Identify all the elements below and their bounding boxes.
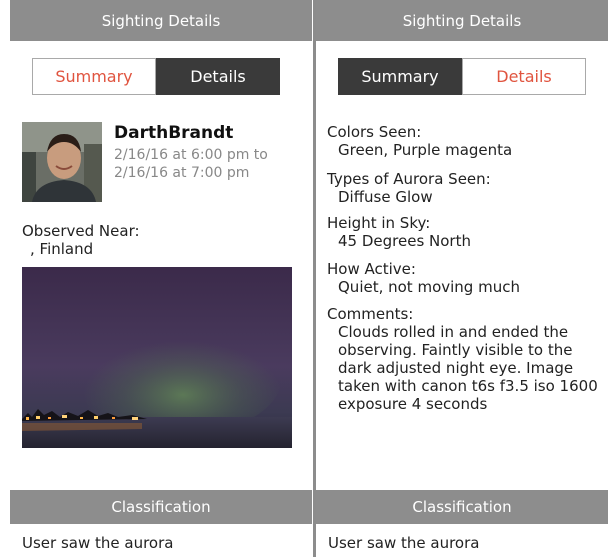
- classification-text: User saw the aurora: [22, 534, 174, 552]
- comments-label: Comments:: [327, 305, 414, 323]
- summary-tab[interactable]: Summary: [338, 58, 462, 95]
- sighting-details-header: Sighting Details: [10, 0, 312, 41]
- summary-tab[interactable]: Summary: [32, 58, 156, 95]
- aurora-photo[interactable]: [22, 267, 292, 448]
- classification-header: Classification: [10, 490, 312, 524]
- colors-seen-value: Green, Purple magenta: [338, 141, 513, 159]
- how-active-label: How Active:: [327, 260, 416, 278]
- classification-header: Classification: [316, 490, 608, 524]
- details-tab[interactable]: Details: [156, 58, 280, 95]
- comments-value: Clouds rolled in and ended the observing…: [338, 323, 598, 413]
- view-tabs: Summary Details: [338, 58, 586, 95]
- view-tabs: Summary Details: [32, 58, 280, 95]
- sighting-details-header: Sighting Details: [316, 0, 608, 41]
- avatar-image: [22, 122, 102, 202]
- classification-text: User saw the aurora: [328, 534, 480, 552]
- observed-near-value: , Finland: [30, 240, 94, 258]
- aurora-photo-image: [22, 267, 292, 448]
- height-in-sky-label: Height in Sky:: [327, 214, 431, 232]
- observed-near-label: Observed Near:: [22, 222, 140, 240]
- user-name[interactable]: DarthBrandt: [114, 123, 233, 143]
- colors-seen-label: Colors Seen:: [327, 123, 422, 141]
- details-tab[interactable]: Details: [462, 58, 586, 95]
- sighting-summary-panel: Sighting Details Summary Details DarthBr…: [10, 0, 312, 557]
- sighting-end-time: 2/16/16 at 7:00 pm: [114, 165, 250, 181]
- sighting-details-panel: Sighting Details Summary Details Colors …: [316, 0, 608, 557]
- user-avatar[interactable]: [22, 122, 102, 202]
- height-in-sky-value: 45 Degrees North: [338, 232, 471, 250]
- sighting-start-time: 2/16/16 at 6:00 pm to: [114, 147, 268, 163]
- aurora-type-value: Diffuse Glow: [338, 188, 433, 206]
- how-active-value: Quiet, not moving much: [338, 278, 520, 296]
- aurora-type-label: Types of Aurora Seen:: [327, 170, 491, 188]
